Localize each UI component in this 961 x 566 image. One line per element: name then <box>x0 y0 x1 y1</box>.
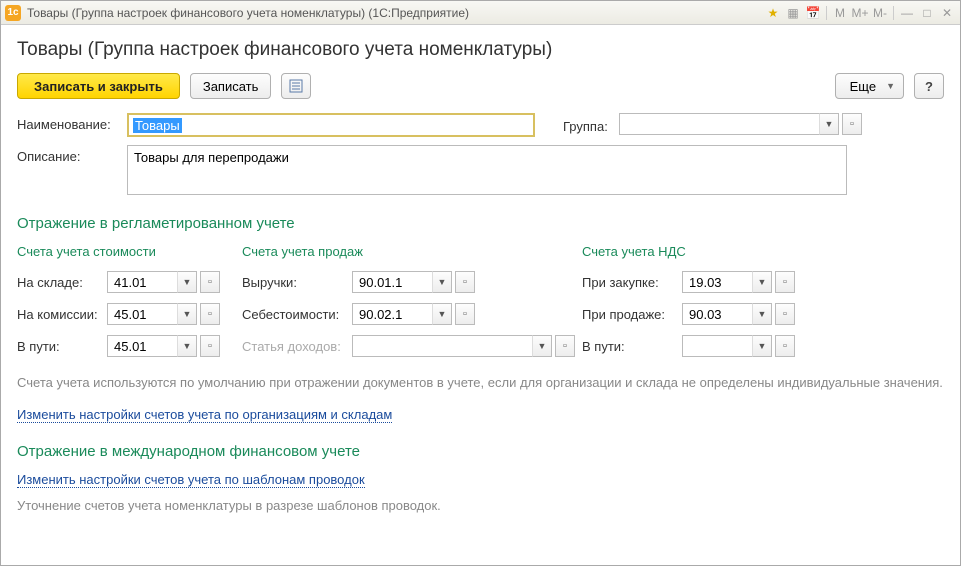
more-label: Еще <box>850 79 876 94</box>
favorite-icon[interactable]: ★ <box>764 5 782 21</box>
commission-input[interactable] <box>107 303 177 325</box>
vat-sale-input[interactable] <box>682 303 752 325</box>
vat-transit-label: В пути: <box>582 339 682 354</box>
name-input[interactable]: Товары <box>127 113 535 137</box>
memory-m-icon[interactable]: M <box>831 5 849 21</box>
open-icon[interactable]: ▫ <box>775 271 795 293</box>
vat-purchase-label: При закупке: <box>582 275 682 290</box>
open-icon[interactable]: ▫ <box>775 303 795 325</box>
open-icon[interactable]: ▫ <box>200 335 220 357</box>
more-button[interactable]: Еще ▼ <box>835 73 904 99</box>
transit-combo[interactable]: ▼ <box>107 335 197 357</box>
memory-mplus-icon[interactable]: M+ <box>851 5 869 21</box>
cost-label: Себестоимости: <box>242 307 352 322</box>
app-icon: 1c <box>5 5 21 21</box>
dropdown-icon[interactable]: ▼ <box>752 335 772 357</box>
command-toolbar: Записать и закрыть Записать Еще ▼ ? <box>17 73 944 99</box>
list-button[interactable] <box>281 73 311 99</box>
name-label: Наименование: <box>17 113 119 132</box>
vat-transit-combo[interactable]: ▼ <box>682 335 772 357</box>
help-button[interactable]: ? <box>914 73 944 99</box>
revenue-input[interactable] <box>352 271 432 293</box>
dropdown-icon[interactable]: ▼ <box>432 271 452 293</box>
dropdown-icon[interactable]: ▼ <box>752 303 772 325</box>
col-cost-header: Счета учета стоимости <box>17 244 242 259</box>
commission-combo[interactable]: ▼ <box>107 303 197 325</box>
dropdown-icon[interactable]: ▼ <box>819 113 839 135</box>
col-sales-header: Счета учета продаж <box>242 244 582 259</box>
separator <box>893 6 894 20</box>
grid-icon[interactable]: ▦ <box>784 5 802 21</box>
vat-sale-combo[interactable]: ▼ <box>682 303 772 325</box>
income-item-combo[interactable]: ▼ <box>352 335 552 357</box>
commission-label: На комиссии: <box>17 307 107 322</box>
dropdown-icon[interactable]: ▼ <box>177 271 197 293</box>
vat-sale-label: При продаже: <box>582 307 682 322</box>
intl-note: Уточнение счетов учета номенклатуры в ра… <box>17 498 944 513</box>
list-icon <box>289 79 303 93</box>
revenue-label: Выручки: <box>242 275 352 290</box>
chevron-down-icon: ▼ <box>886 81 895 91</box>
name-value: Товары <box>133 118 182 133</box>
open-icon[interactable]: ▫ <box>555 335 575 357</box>
cost-combo[interactable]: ▼ <box>352 303 452 325</box>
group-input[interactable] <box>619 113 819 135</box>
page-title: Товары (Группа настроек финансового учет… <box>17 39 944 61</box>
reg-note: Счета учета используются по умолчанию пр… <box>17 373 944 393</box>
vat-purchase-combo[interactable]: ▼ <box>682 271 772 293</box>
revenue-combo[interactable]: ▼ <box>352 271 452 293</box>
section-intl-title: Отражение в международном финансовом уче… <box>17 443 944 460</box>
vat-purchase-input[interactable] <box>682 271 752 293</box>
dropdown-icon[interactable]: ▼ <box>177 335 197 357</box>
warehouse-input[interactable] <box>107 271 177 293</box>
cost-input[interactable] <box>352 303 432 325</box>
open-icon[interactable]: ▫ <box>200 271 220 293</box>
warehouse-label: На складе: <box>17 275 107 290</box>
save-and-close-button[interactable]: Записать и закрыть <box>17 73 180 99</box>
vat-transit-input[interactable] <box>682 335 752 357</box>
open-icon[interactable]: ▫ <box>200 303 220 325</box>
save-button[interactable]: Записать <box>190 73 272 99</box>
description-label: Описание: <box>17 145 119 164</box>
separator <box>826 6 827 20</box>
minimize-icon[interactable]: — <box>898 5 916 21</box>
dropdown-icon[interactable]: ▼ <box>432 303 452 325</box>
col-vat-header: Счета учета НДС <box>582 244 862 259</box>
memory-mminus-icon[interactable]: M- <box>871 5 889 21</box>
change-templates-link[interactable]: Изменить настройки счетов учета по шабло… <box>17 472 365 488</box>
group-label: Группа: <box>563 115 619 134</box>
income-item-input[interactable] <box>352 335 532 357</box>
transit-label: В пути: <box>17 339 107 354</box>
change-org-warehouse-link[interactable]: Изменить настройки счетов учета по орган… <box>17 407 392 423</box>
window-title: Товары (Группа настроек финансового учет… <box>27 6 764 20</box>
description-textarea[interactable] <box>127 145 847 195</box>
section-reg-title: Отражение в регламетированном учете <box>17 215 944 232</box>
open-icon[interactable]: ▫ <box>455 303 475 325</box>
group-combo[interactable]: ▼ <box>619 113 839 135</box>
dropdown-icon[interactable]: ▼ <box>532 335 552 357</box>
window-titlebar: 1c Товары (Группа настроек финансового у… <box>1 1 960 25</box>
close-icon[interactable]: ✕ <box>938 5 956 21</box>
dropdown-icon[interactable]: ▼ <box>177 303 197 325</box>
warehouse-combo[interactable]: ▼ <box>107 271 197 293</box>
open-icon[interactable]: ▫ <box>455 271 475 293</box>
maximize-icon[interactable]: □ <box>918 5 936 21</box>
transit-input[interactable] <box>107 335 177 357</box>
dropdown-icon[interactable]: ▼ <box>752 271 772 293</box>
open-icon[interactable]: ▫ <box>842 113 862 135</box>
income-item-label: Статья доходов: <box>242 339 352 354</box>
open-icon[interactable]: ▫ <box>775 335 795 357</box>
calendar-icon[interactable]: 📅 <box>804 5 822 21</box>
